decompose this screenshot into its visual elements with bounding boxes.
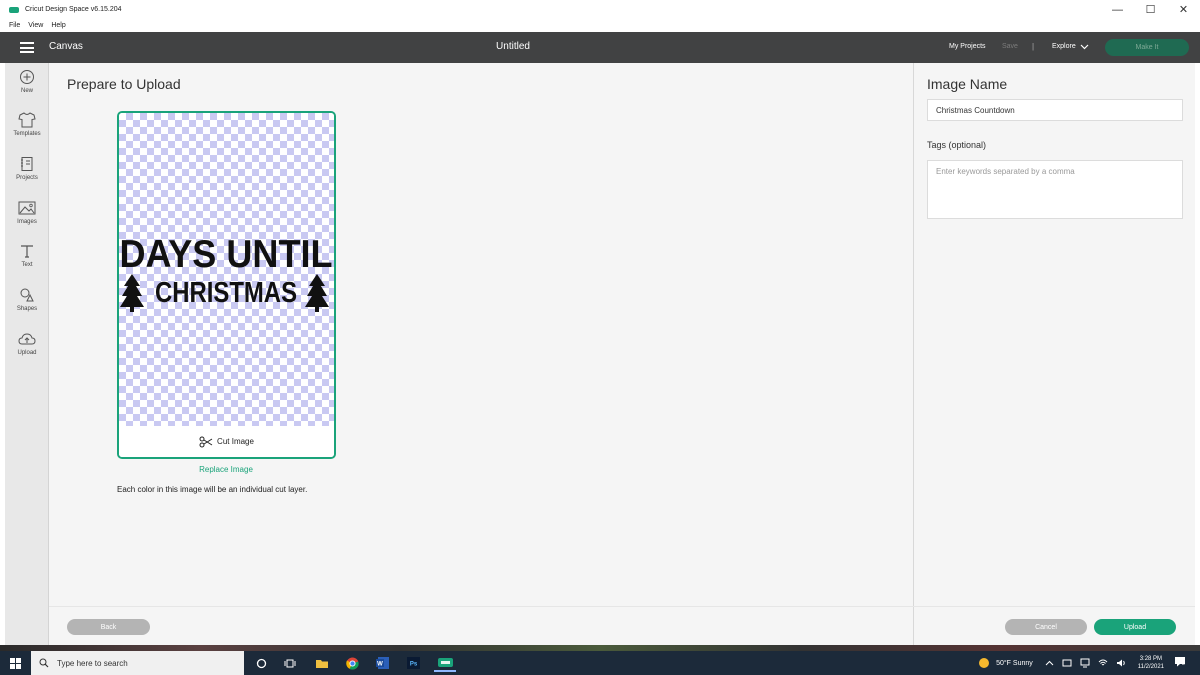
plus-circle-icon <box>18 68 36 86</box>
replace-image-link[interactable]: Replace Image <box>167 465 285 474</box>
file-explorer-icon[interactable] <box>313 654 331 672</box>
uploaded-design-image: DAYS UNTIL CHRISTMAS <box>120 233 333 312</box>
menu-help[interactable]: Help <box>51 22 65 29</box>
scissors-icon <box>199 436 213 447</box>
word-icon[interactable]: W <box>373 654 391 672</box>
photoshop-icon[interactable]: Ps <box>404 654 422 672</box>
design-text-line1: DAYS UNTIL <box>120 233 333 276</box>
make-it-button[interactable]: Make It <box>1105 39 1189 56</box>
tags-label: Tags (optional) <box>927 140 987 150</box>
footer-divider <box>49 606 1195 607</box>
app-icon <box>9 6 19 13</box>
explore-label: Explore <box>1052 43 1076 50</box>
clock-time: 3:28 PM <box>1139 656 1163 662</box>
back-button[interactable]: Back <box>67 619 150 635</box>
cut-image-label-row: Cut Image <box>119 426 334 457</box>
sidebar-item-images[interactable]: Images <box>5 199 49 225</box>
start-button[interactable] <box>0 651 30 675</box>
sidebar-item-label: New <box>20 88 33 94</box>
my-projects-link[interactable]: My Projects <box>949 43 986 50</box>
window-right-edge <box>1195 63 1200 645</box>
cut-layer-note: Each color in this image will be an indi… <box>117 485 308 494</box>
image-preview-card[interactable]: DAYS UNTIL CHRISTMAS Cut Image <box>117 111 336 459</box>
svg-text:W: W <box>377 662 383 668</box>
sidebar-item-label: Templates <box>13 131 41 137</box>
tree-icon <box>120 274 144 312</box>
sidebar-item-upload[interactable]: Upload <box>5 330 49 356</box>
sidebar-item-templates[interactable]: Templates <box>5 111 49 137</box>
design-text-line2: CHRISTMAS <box>155 277 297 309</box>
sidebar-item-label: Shapes <box>16 306 38 312</box>
chevron-down-icon <box>1080 44 1089 49</box>
cortana-icon[interactable] <box>252 654 270 672</box>
sidebar-item-label: Upload <box>17 350 37 356</box>
image-details-panel: Image Name Tags (optional) <box>913 63 1195 645</box>
search-icon <box>39 658 49 668</box>
app-header: Canvas Untitled My Projects Save | Explo… <box>0 32 1200 63</box>
menu-bar: File View Help <box>0 19 1200 32</box>
maximize-button[interactable]: ☐ <box>1134 0 1167 19</box>
sidebar-item-label: Projects <box>16 175 38 181</box>
sidebar-item-new[interactable]: New <box>5 68 49 94</box>
image-name-heading: Image Name <box>927 76 1008 92</box>
chevron-up-icon[interactable] <box>1045 660 1054 666</box>
image-icon <box>18 199 36 217</box>
menu-file[interactable]: File <box>9 22 20 29</box>
chrome-icon[interactable] <box>343 654 361 672</box>
notification-center-button[interactable]: 3 <box>1174 656 1192 670</box>
shirt-icon <box>18 111 36 129</box>
weather-status[interactable]: 50°F Sunny <box>996 660 1033 667</box>
taskbar-search[interactable]: Type here to search <box>31 651 244 675</box>
sidebar-item-label: Text <box>21 262 33 268</box>
save-button[interactable]: Save <box>1002 43 1018 50</box>
upload-button[interactable]: Upload <box>1094 619 1176 635</box>
svg-text:Ps: Ps <box>409 662 417 668</box>
tags-input[interactable] <box>927 160 1183 219</box>
display-icon[interactable] <box>1080 658 1090 668</box>
search-placeholder: Type here to search <box>57 658 128 668</box>
page-title: Prepare to Upload <box>67 76 181 92</box>
windows-taskbar: Type here to search W Ps 50°F Sunny 3:28… <box>0 651 1200 675</box>
main-panel: Prepare to Upload DAYS UNTIL CHRISTMAS C… <box>49 63 913 645</box>
meet-now-icon[interactable] <box>1062 658 1072 668</box>
sidebar-item-text[interactable]: Text <box>5 242 49 268</box>
sun-icon <box>979 658 990 668</box>
wifi-icon[interactable] <box>1098 658 1108 668</box>
notebook-icon <box>18 155 36 173</box>
shapes-icon <box>18 286 36 304</box>
sidebar-item-label: Images <box>17 219 37 225</box>
system-tray: 50°F Sunny 3:28 PM 11/2/2021 3 <box>978 651 1200 675</box>
cloud-upload-icon <box>18 330 36 348</box>
menu-view[interactable]: View <box>28 22 43 29</box>
windows-logo-icon <box>9 657 21 669</box>
cancel-button[interactable]: Cancel <box>1005 619 1087 635</box>
document-title: Untitled <box>496 41 530 52</box>
close-button[interactable]: ✕ <box>1167 0 1200 19</box>
left-sidebar: New Templates Projects Images Text Shape… <box>5 63 49 645</box>
taskbar-clock[interactable]: 3:28 PM 11/2/2021 <box>1138 655 1164 671</box>
cut-image-label: Cut Image <box>217 437 254 446</box>
task-view-icon[interactable] <box>281 654 299 672</box>
minimize-button[interactable]: — <box>1101 0 1134 19</box>
sidebar-item-shapes[interactable]: Shapes <box>5 286 49 312</box>
text-icon <box>18 242 36 260</box>
sidebar-item-projects[interactable]: Projects <box>5 155 49 181</box>
image-name-input[interactable] <box>927 99 1183 121</box>
volume-icon[interactable] <box>1116 658 1126 668</box>
explore-dropdown[interactable]: Explore <box>1052 43 1089 50</box>
tree-icon <box>305 274 329 312</box>
notification-count: 3 <box>1182 661 1185 667</box>
window-titlebar: Cricut Design Space v6.15.204 — ☐ ✕ <box>0 0 1200 19</box>
clock-date: 11/2/2021 <box>1137 664 1164 670</box>
window-title: Cricut Design Space v6.15.204 <box>25 6 122 13</box>
header-separator: | <box>1032 42 1035 51</box>
cricut-taskbar-icon[interactable] <box>434 654 456 672</box>
